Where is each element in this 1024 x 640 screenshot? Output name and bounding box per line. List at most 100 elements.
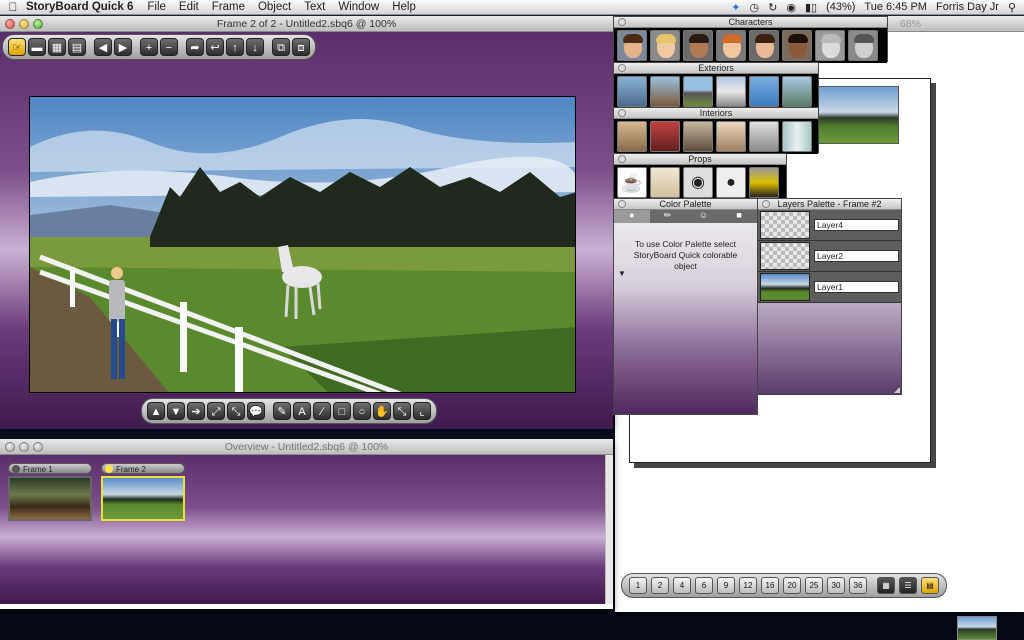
frame-tab-2[interactable]: Frame 2 [101, 463, 185, 474]
layers-close-button[interactable] [762, 200, 770, 208]
pencil-icon[interactable]: ✎ [273, 402, 291, 420]
next-frame-icon[interactable]: ▶ [114, 38, 132, 56]
sync-icon[interactable]: ↻ [768, 1, 777, 14]
character-thumb-6[interactable] [782, 30, 812, 61]
send-backward-icon[interactable]: ⧈ [292, 38, 310, 56]
user-name[interactable]: Forris Day Jr [936, 1, 999, 13]
ellipse-tool-icon[interactable]: ○ [353, 402, 371, 420]
frame-scene[interactable] [29, 96, 576, 393]
character-thumb-3[interactable] [683, 30, 713, 61]
close-button[interactable] [5, 19, 15, 29]
move-down-icon[interactable]: ↓ [246, 38, 264, 56]
frame-thumbnail-1[interactable] [8, 476, 92, 521]
delete-frame-icon[interactable]: − [160, 38, 178, 56]
palette-options-arrow-icon[interactable]: ▼ [618, 269, 626, 278]
time-machine-icon[interactable]: ◷ [750, 1, 760, 14]
grid-25-button[interactable]: 25 [805, 577, 823, 594]
car-color-icon[interactable]: ■ [721, 210, 757, 223]
flip-left-icon[interactable]: ↩ [206, 38, 224, 56]
shrink-icon[interactable]: ⤡ [227, 402, 245, 420]
character-thumb-2[interactable] [650, 30, 680, 61]
prop-thumb-car[interactable] [749, 167, 779, 198]
frame-card-1[interactable]: Frame 1 [8, 463, 92, 521]
exteriors-close-button[interactable] [618, 64, 626, 72]
speech-bubble-icon[interactable]: 💬 [247, 402, 265, 420]
raise-icon[interactable]: ▲ [147, 402, 165, 420]
grid-36-button[interactable]: 36 [849, 577, 867, 594]
frame-tab-1[interactable]: Frame 1 [8, 463, 92, 474]
script-view-icon[interactable]: ▤ [921, 577, 939, 594]
interior-thumb-room[interactable] [617, 121, 647, 152]
zoom-button[interactable] [33, 19, 43, 29]
prop-thumb-camera[interactable]: ◉ [683, 167, 713, 198]
menu-window[interactable]: Window [338, 1, 379, 13]
bring-forward-icon[interactable]: ⧉ [272, 38, 290, 56]
character-thumb-8[interactable] [848, 30, 878, 61]
arrow-right-icon[interactable]: ➔ [187, 402, 205, 420]
page-view-icon[interactable]: ▤ [68, 38, 86, 56]
spotlight-icon[interactable]: ⚲ [1008, 1, 1016, 14]
grid-12-button[interactable]: 12 [739, 577, 757, 594]
character-thumb-1[interactable] [617, 30, 647, 61]
eyedropper-icon[interactable]: ✏ [650, 210, 686, 223]
crop-tool-icon[interactable]: ⌞ [413, 402, 431, 420]
pan-tool-icon[interactable]: ✋ [373, 402, 391, 420]
layer-row-1[interactable]: Layer1 [758, 272, 901, 303]
interior-thumb-kitchen[interactable] [716, 121, 746, 152]
frame-card-2[interactable]: Frame 2 [101, 463, 185, 521]
exterior-thumb-building[interactable] [716, 76, 746, 107]
wifi-icon[interactable]: ◉ [786, 1, 796, 14]
battery-icon[interactable]: ▮▯ [805, 1, 817, 14]
interiors-close-button[interactable] [618, 109, 626, 117]
overview-minimize-button[interactable] [19, 442, 29, 452]
app-menu[interactable]: StoryBoard Quick 6 [26, 1, 133, 13]
menu-frame[interactable]: Frame [212, 1, 245, 13]
exterior-thumb-city[interactable] [617, 76, 647, 107]
prop-thumb-dog[interactable]: ● [716, 167, 746, 198]
clock[interactable]: Tue 6:45 PM [864, 1, 927, 13]
list-view-icon[interactable]: ☰ [899, 577, 917, 594]
frame-view-icon[interactable]: ▬ [28, 38, 46, 56]
dock-thumbnail[interactable] [957, 616, 997, 640]
pointer-tool-icon[interactable]: ☞ [8, 38, 26, 56]
grid-1-button[interactable]: 1 [629, 577, 647, 594]
character-thumb-4[interactable] [716, 30, 746, 61]
transform-tool-icon[interactable]: ⤡ [393, 402, 411, 420]
layer-row-4[interactable]: Layer4 [758, 210, 901, 241]
interior-thumb-bedroom[interactable] [749, 121, 779, 152]
frame-thumbnail-2[interactable] [101, 476, 185, 521]
line-tool-icon[interactable]: ∕ [313, 402, 331, 420]
apple-icon[interactable]:  [0, 0, 26, 14]
overview-zoom-button[interactable] [33, 442, 43, 452]
layer-name-1[interactable]: Layer1 [814, 281, 899, 293]
layer-name-2[interactable]: Layer2 [814, 250, 899, 262]
overview-close-button[interactable] [5, 442, 15, 452]
color-palette-close-button[interactable] [618, 200, 626, 208]
interior-thumb-elevator[interactable] [782, 121, 812, 152]
grid-16-button[interactable]: 16 [761, 577, 779, 594]
resize-grip-icon[interactable]: ◢ [894, 385, 900, 394]
menu-edit[interactable]: Edit [179, 1, 199, 13]
character-thumb-5[interactable] [749, 30, 779, 61]
exterior-thumb-house[interactable] [650, 76, 680, 107]
overview-scrollbar[interactable] [605, 455, 613, 604]
menu-text[interactable]: Text [304, 1, 325, 13]
text-tool-icon[interactable]: A [293, 402, 311, 420]
paint-bucket-icon[interactable]: ● [614, 210, 650, 223]
dropbox-icon[interactable]: ✦ [731, 1, 740, 14]
minimize-button[interactable] [19, 19, 29, 29]
layer-row-2[interactable]: Layer2 [758, 241, 901, 272]
exterior-thumb-bridge[interactable] [782, 76, 812, 107]
menu-file[interactable]: File [147, 1, 166, 13]
exterior-thumb-road[interactable] [683, 76, 713, 107]
grid-2-button[interactable]: 2 [651, 577, 669, 594]
menu-help[interactable]: Help [392, 1, 416, 13]
layer-name-4[interactable]: Layer4 [814, 219, 899, 231]
prop-thumb-bed[interactable] [650, 167, 680, 198]
exterior-thumb-sailboat[interactable] [749, 76, 779, 107]
characters-close-button[interactable] [618, 18, 626, 26]
grid-20-button[interactable]: 20 [783, 577, 801, 594]
character-thumb-7[interactable] [815, 30, 845, 61]
prop-thumb-mug[interactable]: ☕ [617, 167, 647, 198]
interior-thumb-office[interactable] [683, 121, 713, 152]
